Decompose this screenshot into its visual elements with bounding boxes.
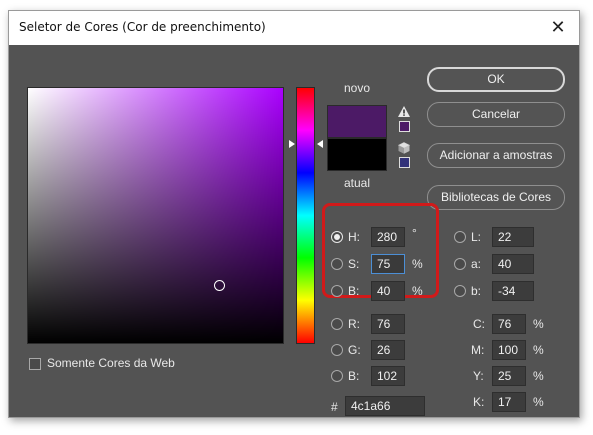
hue-slider[interactable] <box>296 87 315 344</box>
hex-label: # <box>331 400 338 414</box>
add-to-swatches-button[interactable]: Adicionar a amostras <box>427 143 565 168</box>
l-field[interactable]: 22 <box>492 227 534 247</box>
color-libraries-button[interactable]: Bibliotecas de Cores <box>427 185 565 210</box>
h-label: H: <box>348 230 360 244</box>
hue-slider-left-arrow-icon[interactable] <box>289 140 295 148</box>
a-label: a: <box>471 257 482 271</box>
c-field[interactable]: 76 <box>492 314 526 334</box>
b-lab-field[interactable]: -34 <box>492 281 534 301</box>
web-colors-only-label: Somente Cores da Web <box>47 356 175 370</box>
r-field[interactable]: 76 <box>371 314 405 334</box>
color-field-cursor[interactable] <box>214 280 225 291</box>
title-bar: Seletor de Cores (Cor de preenchimento) … <box>9 11 579 45</box>
new-color-label: novo <box>343 81 371 95</box>
y-field[interactable]: 25 <box>492 366 526 386</box>
radio-b-hsb[interactable] <box>331 285 343 297</box>
radio-r[interactable] <box>331 318 343 330</box>
gamut-warning-swatch[interactable] <box>399 121 410 132</box>
h-field[interactable]: 280 <box>371 227 405 247</box>
m-unit: % <box>533 343 544 357</box>
cancel-button[interactable]: Cancelar <box>427 102 565 127</box>
radio-a[interactable] <box>454 258 466 270</box>
radio-h[interactable] <box>331 231 343 243</box>
current-color-swatch[interactable] <box>327 138 387 171</box>
g-label: G: <box>348 343 361 357</box>
c-unit: % <box>533 317 544 331</box>
web-colors-only-checkbox[interactable] <box>29 358 41 370</box>
h-unit: ° <box>412 226 417 240</box>
hex-field[interactable]: 4c1a66 <box>345 396 425 416</box>
dialog-content: novo atual OK Cancelar Adicionar a amost… <box>9 45 579 419</box>
b-hsb-label: B: <box>348 284 360 298</box>
m-field[interactable]: 100 <box>492 340 526 360</box>
ok-button[interactable]: OK <box>427 67 565 92</box>
radio-s[interactable] <box>331 258 343 270</box>
g-field[interactable]: 26 <box>371 340 405 360</box>
b-hsb-field[interactable]: 40 <box>371 281 405 301</box>
color-picker-dialog: Seletor de Cores (Cor de preenchimento) … <box>8 10 580 418</box>
close-icon[interactable]: ✕ <box>547 16 569 38</box>
current-color-label: atual <box>343 176 371 190</box>
hue-slider-right-arrow-icon[interactable] <box>317 140 323 148</box>
color-field[interactable] <box>27 87 284 344</box>
m-label: M: <box>471 343 485 357</box>
radio-l[interactable] <box>454 231 466 243</box>
s-unit: % <box>412 257 423 271</box>
s-field[interactable]: 75 <box>371 254 405 274</box>
k-field[interactable]: 17 <box>492 392 526 412</box>
l-label: L: <box>471 230 482 244</box>
cube-icon[interactable] <box>398 142 410 154</box>
r-label: R: <box>348 317 360 331</box>
dialog-title: Seletor de Cores (Cor de preenchimento) <box>19 20 266 34</box>
radio-g[interactable] <box>331 344 343 356</box>
radio-b-lab[interactable] <box>454 285 466 297</box>
k-unit: % <box>533 395 544 409</box>
b-rgb-field[interactable]: 102 <box>371 366 405 386</box>
warning-icon[interactable] <box>398 106 410 117</box>
y-unit: % <box>533 369 544 383</box>
web-safe-swatch[interactable] <box>399 157 410 168</box>
s-label: S: <box>348 257 360 271</box>
a-field[interactable]: 40 <box>492 254 534 274</box>
radio-b-rgb[interactable] <box>331 370 343 382</box>
new-color-swatch <box>327 105 387 138</box>
b-rgb-label: B: <box>348 369 360 383</box>
b-lab-label: b: <box>471 284 482 298</box>
k-label: K: <box>473 395 485 409</box>
y-label: Y: <box>473 369 484 383</box>
b-hsb-unit: % <box>412 284 423 298</box>
c-label: C: <box>473 317 485 331</box>
